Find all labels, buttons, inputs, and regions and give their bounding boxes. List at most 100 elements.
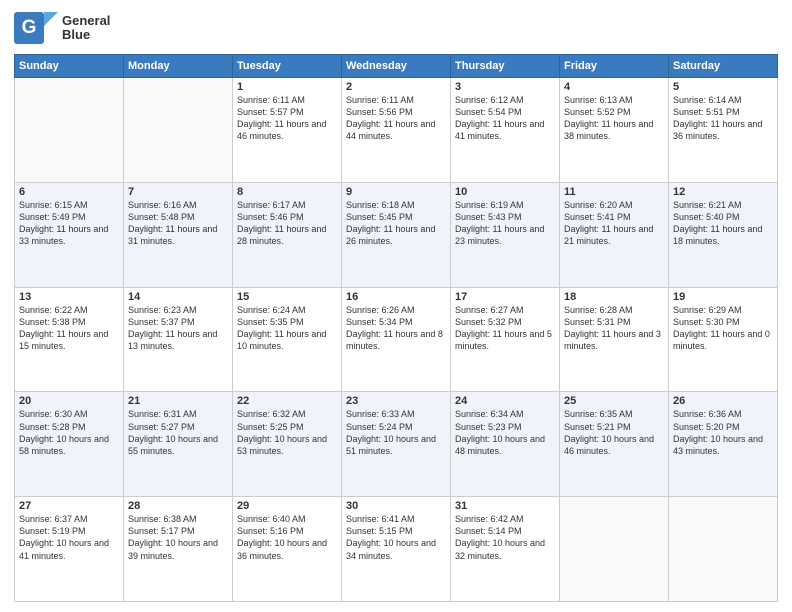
day-number: 7 [128, 186, 228, 198]
day-number: 18 [564, 291, 664, 303]
calendar-cell: 28Sunrise: 6:38 AM Sunset: 5:17 PM Dayli… [124, 497, 233, 602]
day-info: Sunrise: 6:27 AM Sunset: 5:32 PM Dayligh… [455, 304, 555, 353]
calendar-cell: 26Sunrise: 6:36 AM Sunset: 5:20 PM Dayli… [669, 392, 778, 497]
day-number: 20 [19, 395, 119, 407]
day-number: 2 [346, 81, 446, 93]
calendar-header-monday: Monday [124, 55, 233, 78]
day-number: 5 [673, 81, 773, 93]
calendar-cell: 10Sunrise: 6:19 AM Sunset: 5:43 PM Dayli… [451, 182, 560, 287]
day-number: 12 [673, 186, 773, 198]
calendar-header-tuesday: Tuesday [233, 55, 342, 78]
calendar-cell: 17Sunrise: 6:27 AM Sunset: 5:32 PM Dayli… [451, 287, 560, 392]
day-number: 3 [455, 81, 555, 93]
calendar-cell: 2Sunrise: 6:11 AM Sunset: 5:56 PM Daylig… [342, 78, 451, 183]
logo-text: GeneralBlue [62, 14, 110, 43]
calendar-cell: 5Sunrise: 6:14 AM Sunset: 5:51 PM Daylig… [669, 78, 778, 183]
calendar-cell: 1Sunrise: 6:11 AM Sunset: 5:57 PM Daylig… [233, 78, 342, 183]
day-number: 27 [19, 500, 119, 512]
day-number: 23 [346, 395, 446, 407]
day-info: Sunrise: 6:40 AM Sunset: 5:16 PM Dayligh… [237, 513, 337, 562]
calendar-cell: 31Sunrise: 6:42 AM Sunset: 5:14 PM Dayli… [451, 497, 560, 602]
day-info: Sunrise: 6:21 AM Sunset: 5:40 PM Dayligh… [673, 199, 773, 248]
calendar-cell: 11Sunrise: 6:20 AM Sunset: 5:41 PM Dayli… [560, 182, 669, 287]
day-info: Sunrise: 6:11 AM Sunset: 5:56 PM Dayligh… [346, 94, 446, 143]
calendar-cell: 8Sunrise: 6:17 AM Sunset: 5:46 PM Daylig… [233, 182, 342, 287]
day-number: 21 [128, 395, 228, 407]
calendar-cell: 9Sunrise: 6:18 AM Sunset: 5:45 PM Daylig… [342, 182, 451, 287]
calendar-week-row: 6Sunrise: 6:15 AM Sunset: 5:49 PM Daylig… [15, 182, 778, 287]
day-number: 1 [237, 81, 337, 93]
calendar-cell: 20Sunrise: 6:30 AM Sunset: 5:28 PM Dayli… [15, 392, 124, 497]
calendar-cell: 3Sunrise: 6:12 AM Sunset: 5:54 PM Daylig… [451, 78, 560, 183]
day-number: 31 [455, 500, 555, 512]
day-info: Sunrise: 6:29 AM Sunset: 5:30 PM Dayligh… [673, 304, 773, 353]
day-number: 11 [564, 186, 664, 198]
calendar-header-thursday: Thursday [451, 55, 560, 78]
day-number: 17 [455, 291, 555, 303]
page-header: G GeneralBlue [14, 10, 778, 46]
day-info: Sunrise: 6:16 AM Sunset: 5:48 PM Dayligh… [128, 199, 228, 248]
calendar-table: SundayMondayTuesdayWednesdayThursdayFrid… [14, 54, 778, 602]
day-info: Sunrise: 6:41 AM Sunset: 5:15 PM Dayligh… [346, 513, 446, 562]
day-info: Sunrise: 6:26 AM Sunset: 5:34 PM Dayligh… [346, 304, 446, 353]
calendar-week-row: 13Sunrise: 6:22 AM Sunset: 5:38 PM Dayli… [15, 287, 778, 392]
day-number: 25 [564, 395, 664, 407]
day-info: Sunrise: 6:32 AM Sunset: 5:25 PM Dayligh… [237, 408, 337, 457]
day-info: Sunrise: 6:14 AM Sunset: 5:51 PM Dayligh… [673, 94, 773, 143]
day-number: 19 [673, 291, 773, 303]
calendar-cell: 7Sunrise: 6:16 AM Sunset: 5:48 PM Daylig… [124, 182, 233, 287]
day-number: 24 [455, 395, 555, 407]
calendar-cell: 29Sunrise: 6:40 AM Sunset: 5:16 PM Dayli… [233, 497, 342, 602]
day-number: 8 [237, 186, 337, 198]
day-info: Sunrise: 6:34 AM Sunset: 5:23 PM Dayligh… [455, 408, 555, 457]
day-info: Sunrise: 6:28 AM Sunset: 5:31 PM Dayligh… [564, 304, 664, 353]
day-number: 13 [19, 291, 119, 303]
calendar-cell: 6Sunrise: 6:15 AM Sunset: 5:49 PM Daylig… [15, 182, 124, 287]
day-number: 29 [237, 500, 337, 512]
calendar-cell [124, 78, 233, 183]
logo-svg: G [14, 10, 58, 46]
day-number: 15 [237, 291, 337, 303]
calendar-cell: 18Sunrise: 6:28 AM Sunset: 5:31 PM Dayli… [560, 287, 669, 392]
day-info: Sunrise: 6:15 AM Sunset: 5:49 PM Dayligh… [19, 199, 119, 248]
day-info: Sunrise: 6:33 AM Sunset: 5:24 PM Dayligh… [346, 408, 446, 457]
day-info: Sunrise: 6:12 AM Sunset: 5:54 PM Dayligh… [455, 94, 555, 143]
calendar-cell: 21Sunrise: 6:31 AM Sunset: 5:27 PM Dayli… [124, 392, 233, 497]
day-info: Sunrise: 6:20 AM Sunset: 5:41 PM Dayligh… [564, 199, 664, 248]
day-number: 28 [128, 500, 228, 512]
calendar-cell: 27Sunrise: 6:37 AM Sunset: 5:19 PM Dayli… [15, 497, 124, 602]
calendar-week-row: 27Sunrise: 6:37 AM Sunset: 5:19 PM Dayli… [15, 497, 778, 602]
svg-text:G: G [22, 17, 37, 38]
day-info: Sunrise: 6:22 AM Sunset: 5:38 PM Dayligh… [19, 304, 119, 353]
day-info: Sunrise: 6:35 AM Sunset: 5:21 PM Dayligh… [564, 408, 664, 457]
calendar-cell: 23Sunrise: 6:33 AM Sunset: 5:24 PM Dayli… [342, 392, 451, 497]
day-info: Sunrise: 6:30 AM Sunset: 5:28 PM Dayligh… [19, 408, 119, 457]
calendar-cell: 24Sunrise: 6:34 AM Sunset: 5:23 PM Dayli… [451, 392, 560, 497]
calendar-header-row: SundayMondayTuesdayWednesdayThursdayFrid… [15, 55, 778, 78]
day-info: Sunrise: 6:17 AM Sunset: 5:46 PM Dayligh… [237, 199, 337, 248]
calendar-header-friday: Friday [560, 55, 669, 78]
calendar-cell [560, 497, 669, 602]
day-info: Sunrise: 6:31 AM Sunset: 5:27 PM Dayligh… [128, 408, 228, 457]
day-info: Sunrise: 6:23 AM Sunset: 5:37 PM Dayligh… [128, 304, 228, 353]
day-number: 16 [346, 291, 446, 303]
calendar-cell [669, 497, 778, 602]
calendar-header-wednesday: Wednesday [342, 55, 451, 78]
calendar-cell: 13Sunrise: 6:22 AM Sunset: 5:38 PM Dayli… [15, 287, 124, 392]
calendar-cell: 22Sunrise: 6:32 AM Sunset: 5:25 PM Dayli… [233, 392, 342, 497]
calendar-header-sunday: Sunday [15, 55, 124, 78]
day-number: 22 [237, 395, 337, 407]
calendar-cell: 4Sunrise: 6:13 AM Sunset: 5:52 PM Daylig… [560, 78, 669, 183]
day-info: Sunrise: 6:38 AM Sunset: 5:17 PM Dayligh… [128, 513, 228, 562]
calendar-cell: 25Sunrise: 6:35 AM Sunset: 5:21 PM Dayli… [560, 392, 669, 497]
calendar-cell: 12Sunrise: 6:21 AM Sunset: 5:40 PM Dayli… [669, 182, 778, 287]
day-info: Sunrise: 6:42 AM Sunset: 5:14 PM Dayligh… [455, 513, 555, 562]
calendar-cell: 14Sunrise: 6:23 AM Sunset: 5:37 PM Dayli… [124, 287, 233, 392]
logo: G GeneralBlue [14, 10, 110, 46]
day-number: 6 [19, 186, 119, 198]
day-number: 26 [673, 395, 773, 407]
day-info: Sunrise: 6:19 AM Sunset: 5:43 PM Dayligh… [455, 199, 555, 248]
calendar-cell [15, 78, 124, 183]
day-info: Sunrise: 6:36 AM Sunset: 5:20 PM Dayligh… [673, 408, 773, 457]
calendar-header-saturday: Saturday [669, 55, 778, 78]
